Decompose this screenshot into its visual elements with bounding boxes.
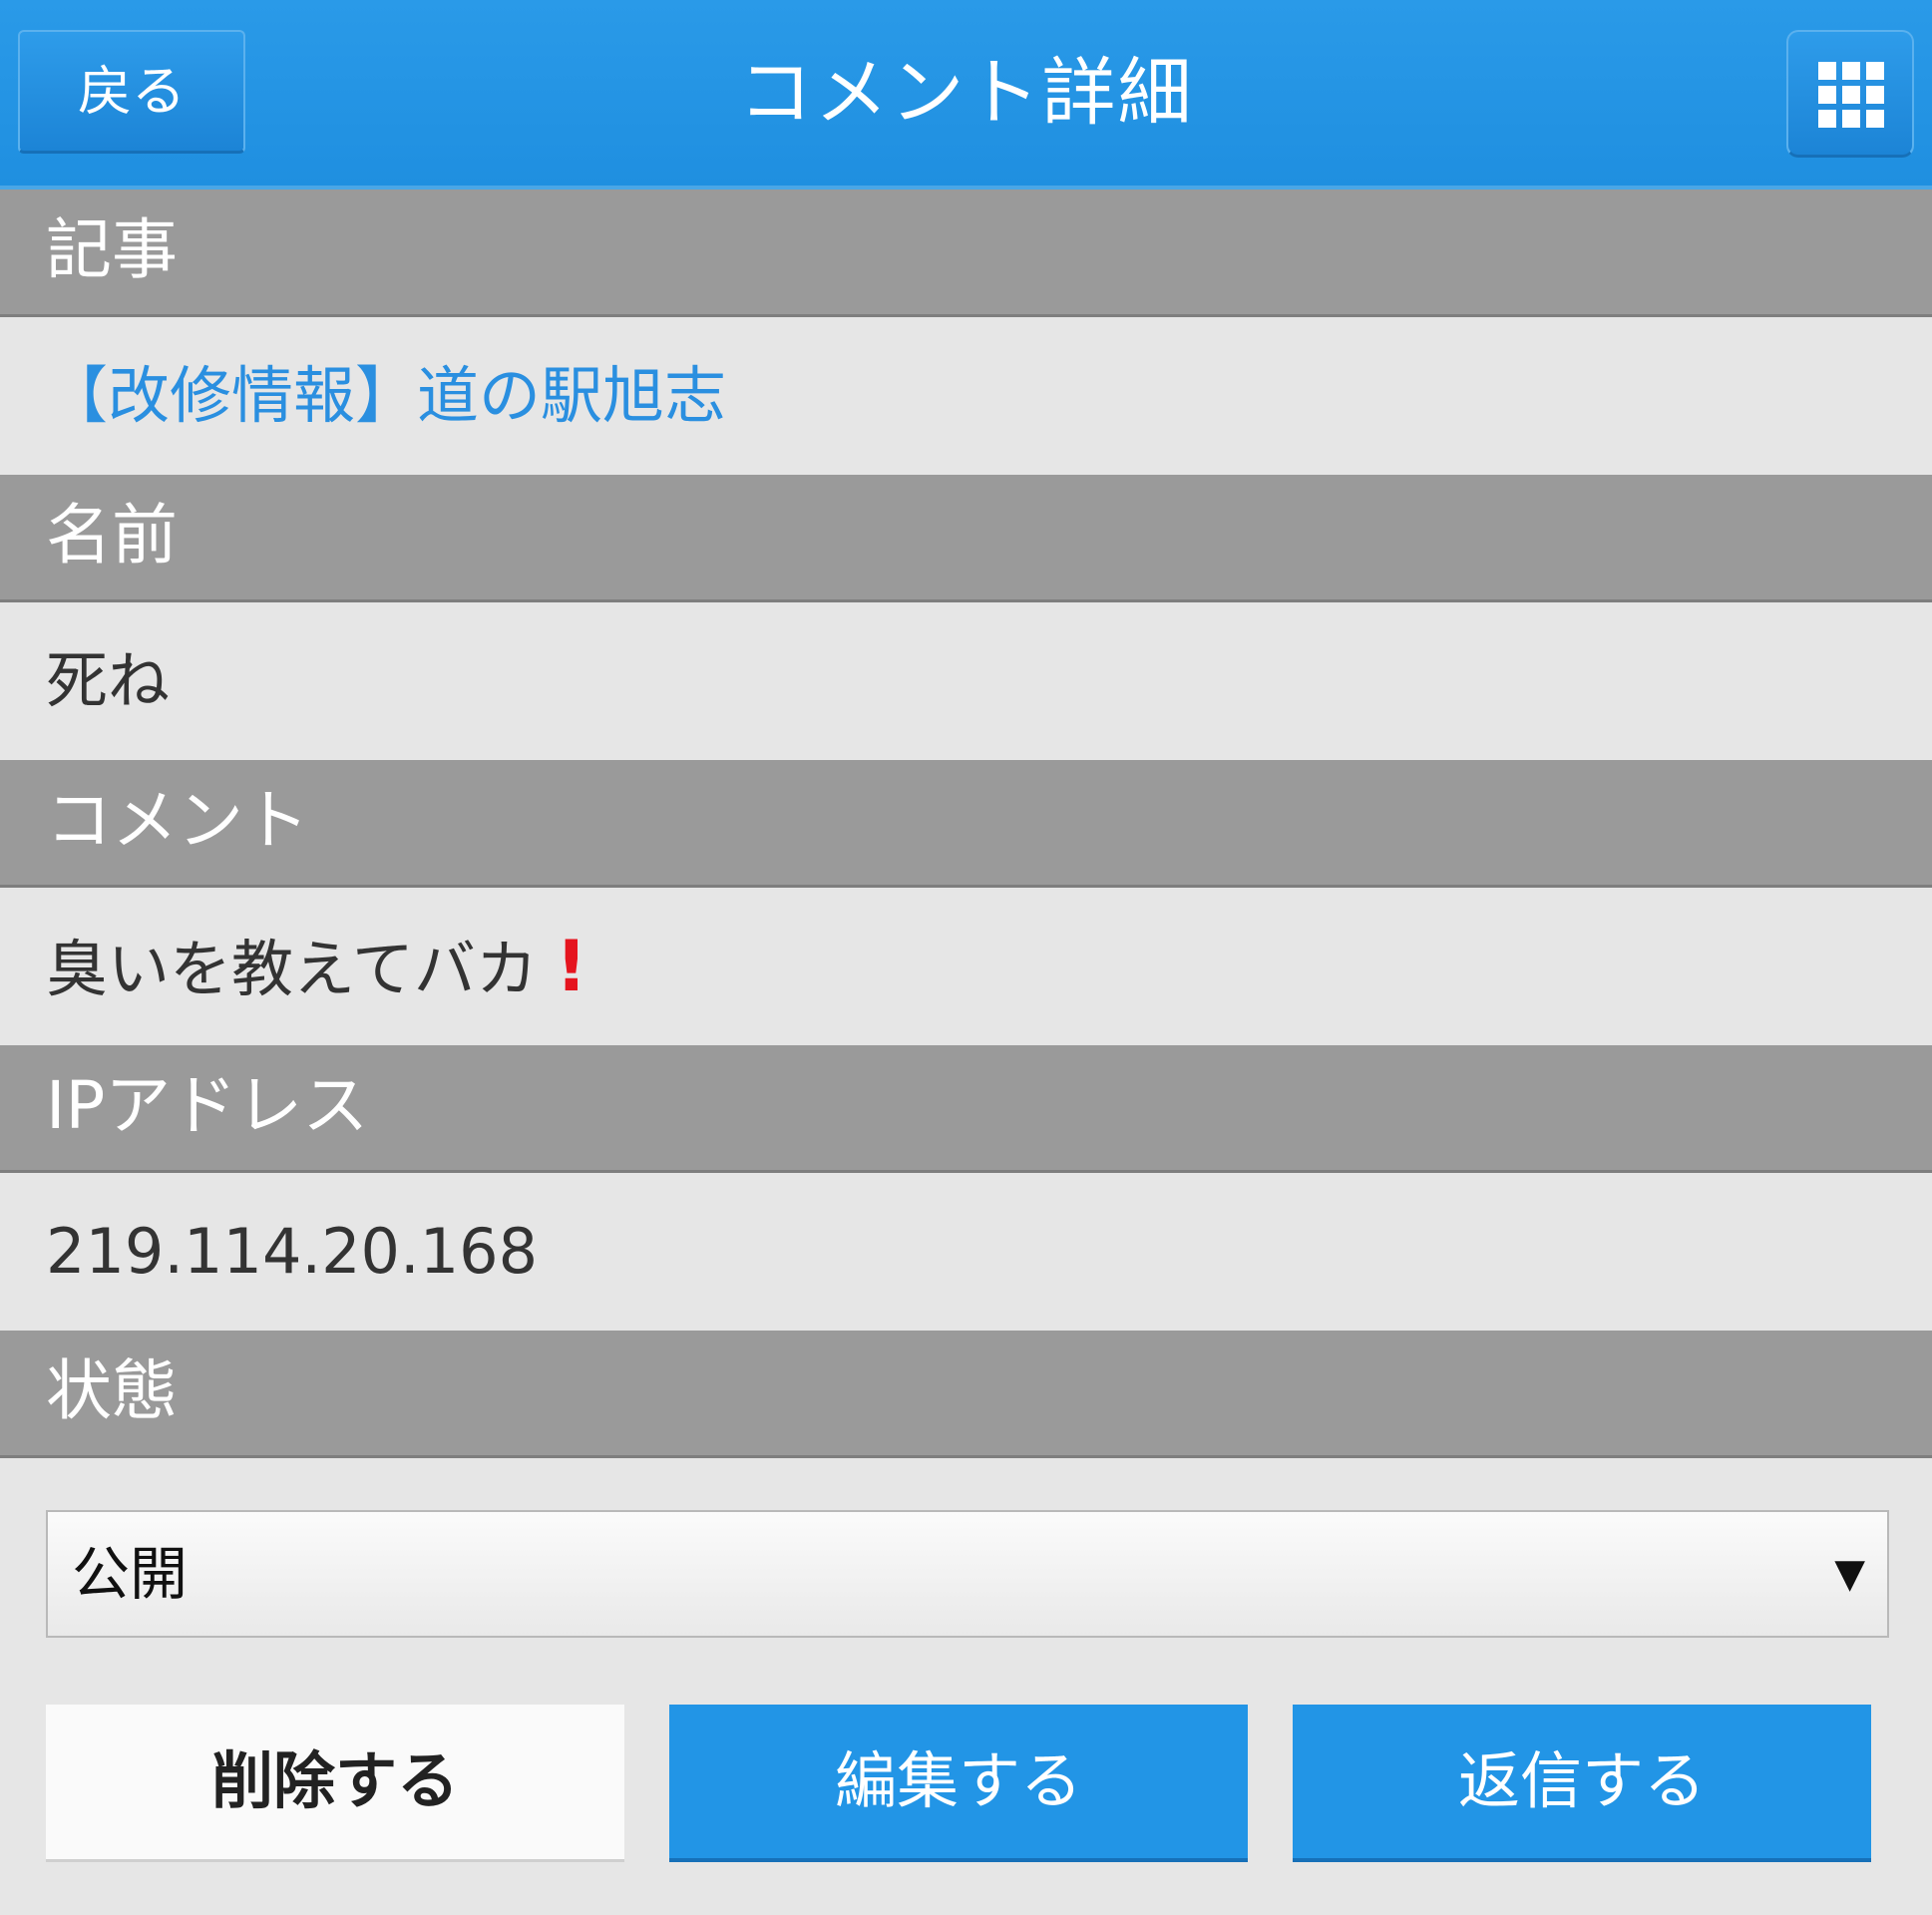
delete-button[interactable]: 削除する: [46, 1705, 624, 1862]
dropdown-arrow-icon: ▼: [1834, 1551, 1865, 1597]
reply-button[interactable]: 返信する: [1293, 1705, 1871, 1862]
comment-value: 臭いを教えてバカ: [46, 933, 538, 1005]
name-value: 死ね: [0, 602, 1932, 760]
status-select[interactable]: 公開 ▼: [46, 1510, 1889, 1638]
comment-row: 臭いを教えてバカ!: [0, 888, 1932, 1045]
menu-button[interactable]: [1786, 30, 1914, 158]
status-select-value: 公開: [72, 1540, 189, 1608]
grid-icon: [1818, 62, 1884, 128]
exclamation-icon: !: [555, 926, 587, 1007]
header-bar: 戻る コメント詳細: [0, 0, 1932, 190]
article-link[interactable]: 【改修情報】道の駅旭志: [46, 359, 726, 432]
article-label: 記事: [0, 190, 1932, 317]
edit-button[interactable]: 編集する: [669, 1705, 1248, 1862]
status-label: 状態: [0, 1331, 1932, 1458]
ip-label: IPアドレス: [0, 1045, 1932, 1173]
ip-value: 219.114.20.168: [0, 1173, 1932, 1331]
article-row: 【改修情報】道の駅旭志: [0, 317, 1932, 475]
comment-label: コメント: [0, 760, 1932, 888]
comment-detail-page: 戻る コメント詳細 記事 【改修情報】道の駅旭志 名前 死ね コメント 臭いを教…: [0, 0, 1932, 1915]
page-title: コメント詳細: [738, 50, 1194, 136]
name-label: 名前: [0, 475, 1932, 602]
